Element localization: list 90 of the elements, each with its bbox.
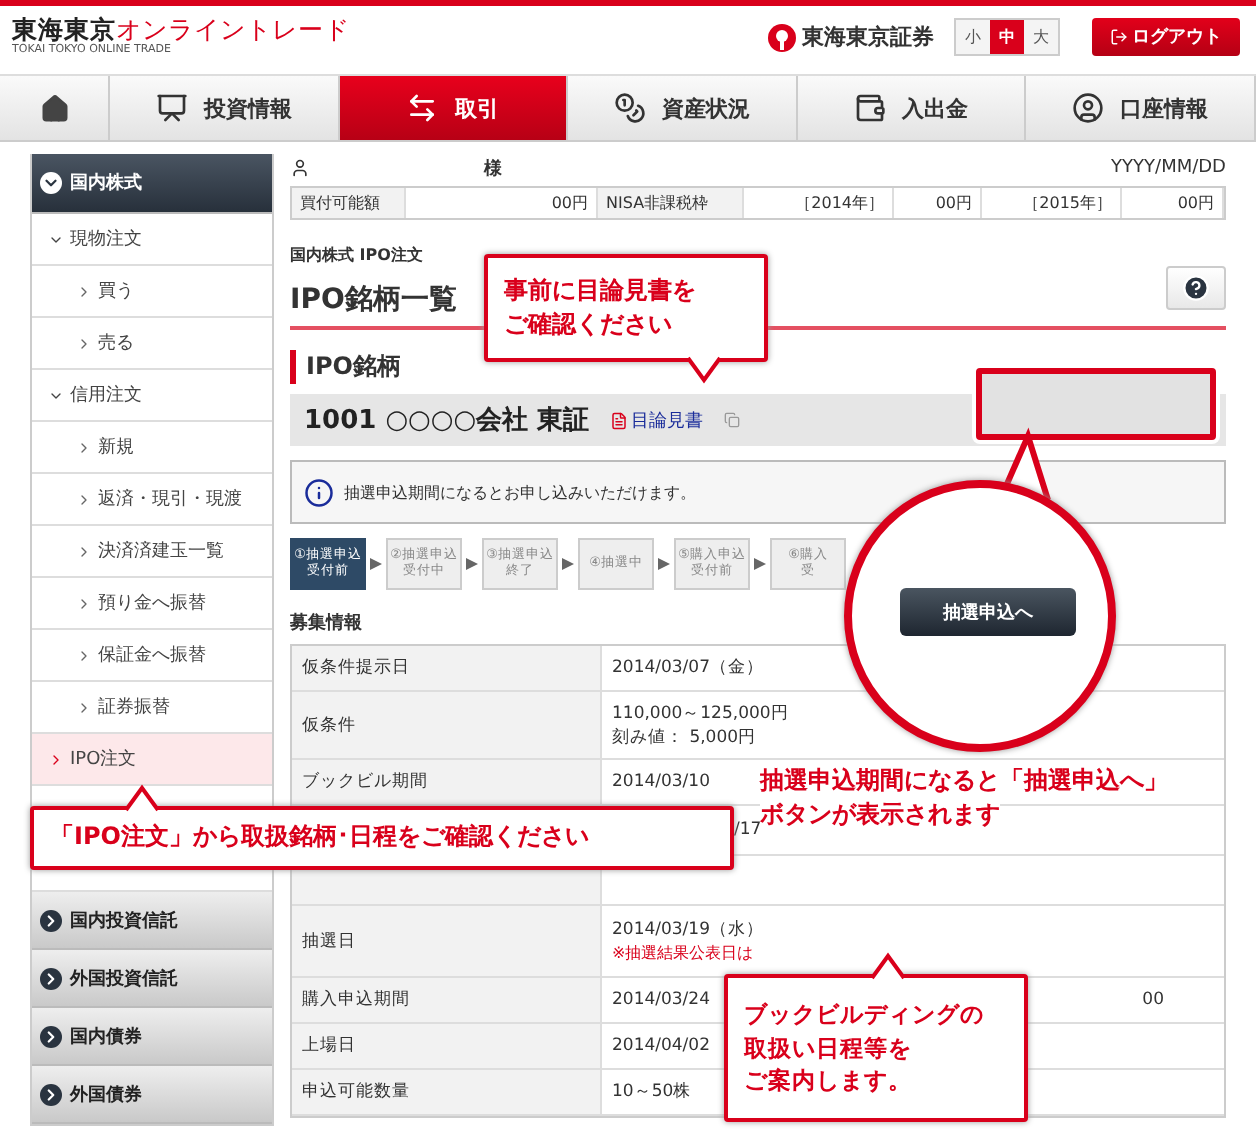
table-value: 2014/03/07（金） [612,656,764,680]
table-value: 110,000～125,000円 [612,701,789,725]
sidebar-item[interactable]: 保証金へ振替 [32,630,272,682]
table-note: ※抽選結果公表日は [612,942,754,964]
step-arrow-icon [658,558,670,570]
font-size-button[interactable]: 中 [990,20,1024,54]
user-suffix: 様 [484,157,502,181]
table-value: 2014/03/19（水） [612,918,764,942]
sidebar-item[interactable]: 預り金へ振替 [32,578,272,630]
chevron-right-icon [42,969,60,987]
chevron-right-icon [42,1085,60,1103]
notice-text: 抽選申込期間になるとお申し込みいただけます。 [344,481,696,503]
logout-icon [1110,28,1128,46]
table-value: /17 [734,820,762,840]
coins-icon [613,92,646,124]
sidebar-item[interactable]: 返済・現引・現渡 [32,474,272,526]
prospectus-link[interactable]: 目論見書 [609,407,704,433]
balance-label: NISA非課税枠 [598,188,744,218]
sidebar-group[interactable]: 信用注文 [32,370,272,422]
table-label: 購入申込期間 [302,988,410,1012]
sidebar-section[interactable]: 国内債券 [32,1008,272,1066]
font-size-button[interactable]: 小 [956,20,990,54]
wallet-icon [854,92,887,124]
table-value: 刻み値： 5,000円 [612,725,757,749]
brand-name: 東海東京証券 [802,22,934,52]
logo-text: 東海東京オンライントレード [12,17,350,42]
home-icon [39,93,69,123]
help-button[interactable] [1166,266,1226,310]
chevron-right-icon [76,595,92,611]
chevron-right-icon [76,439,92,455]
sidebar-item[interactable]: 決済済建玉一覧 [32,526,272,578]
help-icon [1182,274,1210,302]
table-label: 上場日 [302,1034,356,1058]
page-title: IPO銘柄一覧 [290,282,457,318]
font-size-button[interactable]: 大 [1024,20,1058,54]
stock-name: 1001 ○○○○会社 東証 [304,404,590,438]
table-value: 2014/03/10 [612,772,710,792]
chevron-right-icon [48,751,64,767]
sidebar-group[interactable]: 現物注文 [32,214,272,266]
info-icon [304,477,334,507]
nav-tab[interactable]: 入出金 [797,76,1027,140]
breadcrumb: 国内株式 IPO注文 [290,244,425,266]
nav-tab[interactable]: 資産状況 [568,76,798,140]
chevron-right-icon [76,699,92,715]
chevron-right-icon [76,543,92,559]
balance-label: 買付可能額 [292,188,406,218]
document-icon [609,411,628,429]
sidebar-section[interactable]: 国内株式 [32,154,272,214]
logout-button[interactable]: ログアウト [1092,18,1240,56]
chevron-right-icon [42,911,60,929]
external-window-icon [723,412,740,428]
chevron-right-icon [76,283,92,299]
table-value: 2014/04/02 [612,1036,710,1056]
chevron-right-icon [76,647,92,663]
sidebar-item[interactable]: 売る [32,318,272,370]
chevron-right-icon [76,335,92,351]
table-value: 10～50株 [612,1080,692,1104]
sidebar-item[interactable]: IPO注文 [32,734,272,786]
chevron-right-icon [76,491,92,507]
table-label: 申込可能数量 [302,1080,410,1104]
sidebar-section[interactable]: 国内投資信託 [32,892,272,950]
step-arrow-icon [754,558,766,570]
sidebar-section[interactable]: 外国債券 [32,1066,272,1124]
callout-pointer [872,956,904,976]
step-arrow-icon [562,558,574,570]
presentation-icon [155,92,188,124]
sidebar-item[interactable]: 新規 [32,422,272,474]
sidebar-item[interactable]: 証券振替 [32,682,272,734]
lottery-apply-button[interactable]: 抽選申込へ [900,588,1076,636]
table-label: ブックビル期間 [302,770,428,794]
callout-pointer [688,360,720,380]
sidebar-item[interactable]: 買う [32,266,272,318]
sidebar-section[interactable]: 外国投資信託 [32,950,272,1008]
table-label: 仮条件 [302,713,356,737]
table-label: 抽選日 [302,929,356,953]
table-label: 仮条件提示日 [302,656,410,680]
step-arrow-icon [370,558,382,570]
chevron-down-icon [42,174,60,192]
chevron-right-icon [42,1027,60,1045]
nav-tab[interactable]: 口座情報 [1026,76,1256,140]
table-value: 00 [1142,990,1164,1010]
table-value: 2014/03/24 [612,990,710,1010]
exchange-icon [406,92,439,124]
date-text: YYYY/MM/DD [1111,158,1226,178]
user-icon [1072,92,1105,124]
section-heading: 募集情報 [290,610,362,636]
step-arrow-icon [466,558,478,570]
brand-logo-icon [768,23,796,51]
user-icon [290,158,310,178]
nav-tab[interactable]: 取引 [339,76,569,140]
